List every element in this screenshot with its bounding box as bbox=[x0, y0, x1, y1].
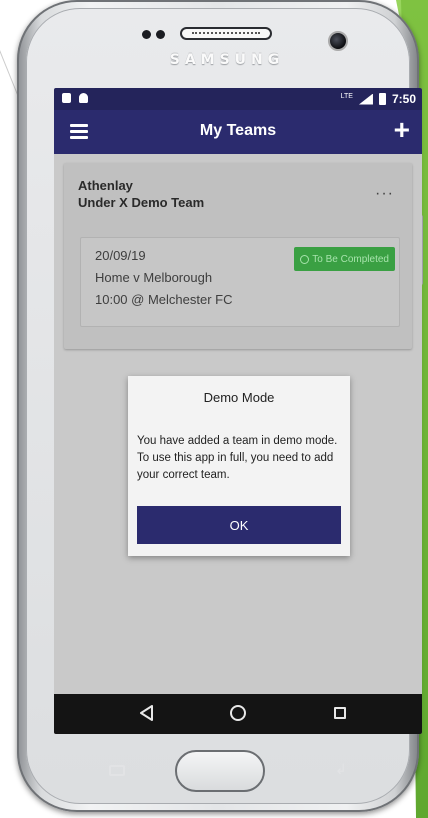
square-recent-icon[interactable] bbox=[334, 707, 346, 719]
earpiece-speaker bbox=[180, 27, 272, 40]
team-card[interactable]: Athenlay Under X Demo Team ··· 20/09/19 … bbox=[64, 163, 412, 349]
status-badge[interactable]: To Be Completed bbox=[294, 247, 395, 271]
fixture-card[interactable]: 20/09/19 Home v Melborough 10:00 @ Melch… bbox=[80, 237, 400, 327]
demo-mode-dialog: Demo Mode You have added a team in demo … bbox=[128, 376, 350, 556]
notification-icon bbox=[62, 93, 71, 103]
team-club: Athenlay bbox=[78, 178, 133, 193]
android-nav-bar bbox=[54, 694, 422, 734]
phone-frame: SAMSUNG LTE 7:50 My Teams + Athenlay Und… bbox=[17, 0, 423, 812]
light-sensor bbox=[156, 30, 165, 39]
signal-icon bbox=[358, 93, 373, 105]
proximity-sensor bbox=[142, 30, 151, 39]
android-icon bbox=[79, 93, 88, 103]
team-name: Under X Demo Team bbox=[78, 195, 205, 210]
main-content: Athenlay Under X Demo Team ··· 20/09/19 … bbox=[54, 154, 422, 674]
battery-icon bbox=[378, 93, 386, 105]
football-icon bbox=[300, 254, 310, 264]
page-title: My Teams bbox=[199, 122, 277, 139]
network-type-label: LTE bbox=[340, 92, 353, 100]
fixture-date: 20/09/19 bbox=[95, 248, 146, 263]
team-title: Athenlay Under X Demo Team bbox=[78, 177, 204, 211]
fixture-match: Home v Melborough bbox=[95, 270, 213, 285]
ellipsis-icon[interactable]: ··· bbox=[375, 185, 394, 203]
ok-button[interactable]: OK bbox=[137, 506, 341, 544]
app-bar: My Teams + bbox=[54, 110, 422, 154]
circle-home-icon[interactable] bbox=[230, 705, 246, 721]
hardware-recent-apps-icon[interactable] bbox=[109, 765, 125, 776]
status-time: 7:50 bbox=[391, 92, 416, 106]
plus-icon[interactable]: + bbox=[394, 115, 410, 145]
status-badge-label: To Be Completed bbox=[312, 253, 389, 265]
hardware-home-button[interactable] bbox=[175, 750, 265, 792]
triangle-back-icon[interactable] bbox=[140, 705, 154, 721]
front-camera bbox=[328, 31, 348, 51]
status-bar: LTE 7:50 bbox=[54, 88, 422, 110]
phone-screen: LTE 7:50 My Teams + Athenlay Under X Dem… bbox=[54, 88, 422, 734]
fixture-time-venue: 10:00 @ Melchester FC bbox=[95, 292, 233, 307]
dialog-title: Demo Mode bbox=[203, 390, 275, 405]
hardware-back-icon[interactable]: ↲ bbox=[335, 762, 353, 776]
phone-brand-logo: SAMSUNG bbox=[169, 52, 285, 68]
dialog-message: You have added a team in demo mode. To u… bbox=[137, 435, 338, 481]
